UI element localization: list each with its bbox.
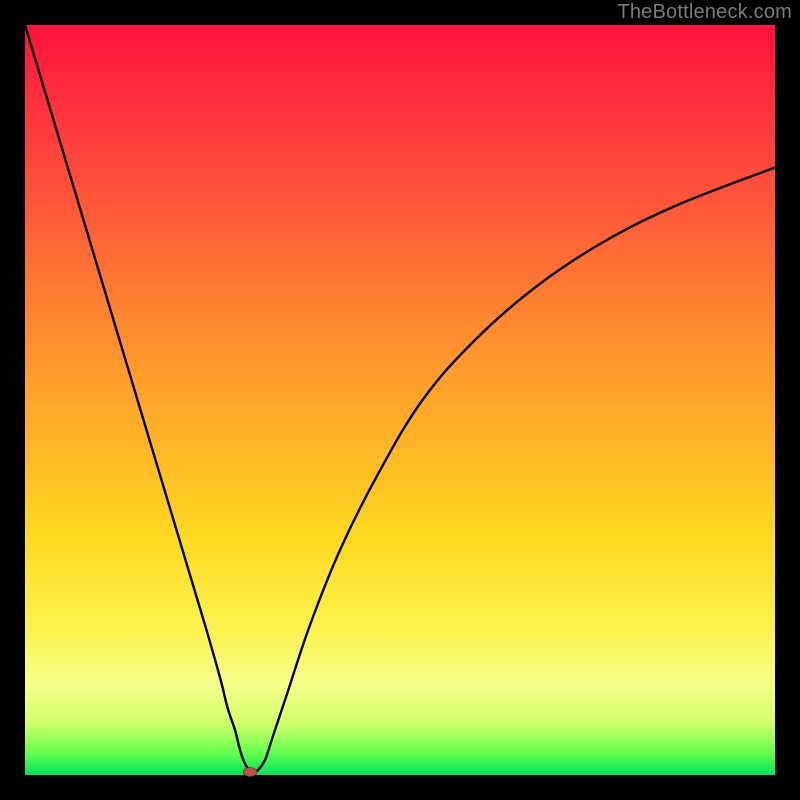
minimum-marker: [243, 768, 257, 777]
chart-svg: [25, 25, 775, 775]
chart-frame: TheBottleneck.com: [0, 0, 800, 800]
bottleneck-curve: [25, 25, 775, 771]
chart-plot-area: [25, 25, 775, 775]
watermark-text: TheBottleneck.com: [617, 1, 792, 24]
